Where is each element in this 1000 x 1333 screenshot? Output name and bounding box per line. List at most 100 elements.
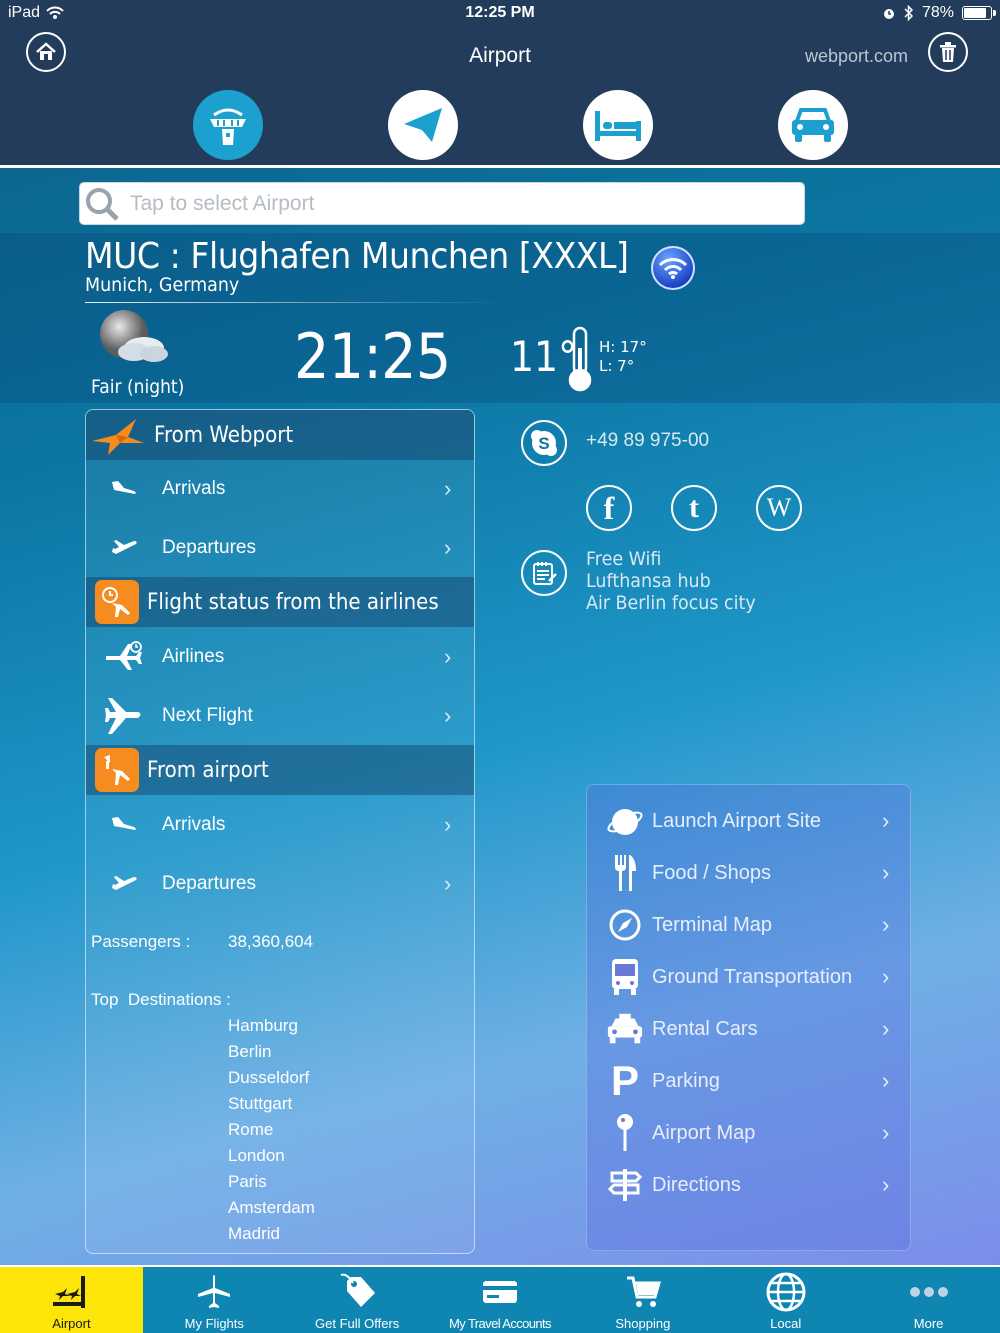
twitter-icon: t bbox=[689, 491, 699, 524]
ground-transportation-item[interactable]: Ground Transportation › bbox=[587, 951, 910, 1003]
tab-label: Shopping bbox=[615, 1316, 671, 1331]
next-flight-row[interactable]: Next Flight › bbox=[86, 687, 474, 745]
info-line: Lufthansa hub bbox=[586, 570, 711, 592]
bluetooth-icon bbox=[904, 5, 914, 21]
chevron-right-icon: › bbox=[882, 1172, 890, 1197]
webport-departures-row[interactable]: Departures › bbox=[86, 519, 474, 577]
notepad-icon bbox=[533, 562, 557, 585]
wikipedia-button[interactable]: W bbox=[756, 485, 802, 531]
price-tag-icon bbox=[340, 1273, 376, 1307]
status-bar: iPad 12:25 PM 78% bbox=[0, 0, 1000, 28]
notes-button[interactable] bbox=[521, 550, 567, 596]
destination-item: Rome bbox=[228, 1120, 274, 1139]
tab-more[interactable]: More bbox=[857, 1267, 1000, 1333]
chevron-right-icon: › bbox=[882, 964, 890, 989]
row-label: Departures bbox=[162, 537, 256, 558]
terminal-map-item[interactable]: Terminal Map › bbox=[587, 899, 910, 951]
hotels-category-button[interactable] bbox=[583, 90, 653, 160]
wifi-icon bbox=[658, 258, 688, 279]
airport-search-input[interactable]: Tap to select Airport bbox=[79, 182, 805, 225]
airport-arrivals-row[interactable]: Arrivals › bbox=[86, 796, 474, 854]
pin-icon bbox=[617, 1114, 633, 1151]
facebook-icon: f bbox=[603, 490, 615, 526]
twitter-button[interactable]: t bbox=[671, 485, 717, 531]
tab-bar: Airport My Flights Get Full Offers My Tr… bbox=[0, 1265, 1000, 1333]
cars-category-button[interactable] bbox=[778, 90, 848, 160]
food-shops-item[interactable]: Food / Shops › bbox=[587, 847, 910, 899]
chevron-right-icon: › bbox=[444, 476, 452, 501]
compass-icon bbox=[609, 909, 641, 941]
thermometer-icon bbox=[568, 326, 592, 392]
next-flight-plane-icon bbox=[105, 698, 141, 734]
chevron-right-icon: › bbox=[882, 912, 890, 937]
plane-tower-icon bbox=[104, 755, 130, 785]
airport-title: MUC : Flughafen Munchen [XXXL] bbox=[85, 236, 629, 277]
destination-item: Hamburg bbox=[228, 1016, 298, 1035]
signpost-icon bbox=[608, 1169, 642, 1201]
passengers-value: 38,360,604 bbox=[228, 932, 314, 951]
wifi-badge bbox=[651, 246, 695, 290]
webport-link[interactable]: webport.com bbox=[805, 46, 908, 67]
header-divider bbox=[85, 302, 505, 303]
section-from-airport: From airport bbox=[86, 745, 474, 795]
airport-tab-icon bbox=[53, 1276, 86, 1308]
airport-category-button[interactable] bbox=[193, 90, 263, 160]
airport-departures-row[interactable]: Departures › bbox=[86, 855, 474, 913]
tab-airport[interactable]: Airport bbox=[0, 1267, 143, 1333]
tab-my-flights[interactable]: My Flights bbox=[143, 1267, 286, 1333]
launch-airport-site-item[interactable]: Launch Airport Site › bbox=[587, 795, 910, 847]
service-label: Rental Cars bbox=[652, 1017, 758, 1040]
tab-local[interactable]: Local bbox=[714, 1267, 857, 1333]
section-title: Flight status from the airlines bbox=[147, 589, 439, 615]
tab-shopping[interactable]: Shopping bbox=[571, 1267, 714, 1333]
service-label: Parking bbox=[652, 1069, 720, 1092]
destination-item: Amsterdam bbox=[228, 1198, 315, 1217]
airport-info-notes: Free Wifi Lufthansa hub Air Berlin focus… bbox=[586, 548, 756, 614]
search-placeholder: Tap to select Airport bbox=[130, 191, 315, 215]
airport-map-item[interactable]: Airport Map › bbox=[587, 1107, 910, 1159]
section-title: From Webport bbox=[154, 422, 294, 448]
tab-my-travel-accounts[interactable]: My Travel Accounts bbox=[429, 1267, 572, 1333]
service-label: Airport Map bbox=[652, 1121, 756, 1144]
temperature-low: L: 7° bbox=[599, 357, 635, 375]
row-label: Departures bbox=[162, 873, 256, 894]
chevron-right-icon: › bbox=[444, 644, 452, 669]
tab-get-full-offers[interactable]: Get Full Offers bbox=[286, 1267, 429, 1333]
moon-cloud-icon bbox=[100, 310, 168, 362]
service-label: Terminal Map bbox=[652, 913, 773, 936]
skype-button[interactable]: S bbox=[521, 420, 567, 466]
airlines-plane-icon bbox=[106, 641, 142, 670]
temperature-high: H: 17° bbox=[599, 338, 647, 356]
credit-card-icon bbox=[483, 1281, 517, 1303]
webport-arrivals-row[interactable]: Arrivals › bbox=[86, 460, 474, 518]
airlines-row[interactable]: Airlines › bbox=[86, 628, 474, 686]
departure-plane-icon bbox=[112, 540, 137, 554]
skype-icon: S bbox=[531, 430, 557, 456]
facebook-button[interactable]: f bbox=[586, 485, 632, 531]
departure-plane-icon bbox=[112, 876, 137, 890]
trash-button[interactable] bbox=[928, 32, 968, 72]
row-label: Next Flight bbox=[162, 705, 253, 726]
section-title: From airport bbox=[147, 757, 269, 783]
local-time: 21:25 bbox=[294, 320, 451, 393]
services-panel: Launch Airport Site › Food / Shops › Ter… bbox=[586, 784, 911, 1251]
airport-city: Munich, Germany bbox=[85, 274, 240, 296]
chevron-right-icon: › bbox=[882, 1068, 890, 1093]
directions-item[interactable]: Directions › bbox=[587, 1159, 910, 1211]
chevron-right-icon: › bbox=[444, 535, 452, 560]
rental-cars-item[interactable]: Rental Cars › bbox=[587, 1003, 910, 1055]
destination-item: Madrid bbox=[228, 1224, 280, 1243]
chevron-right-icon: › bbox=[444, 812, 452, 837]
svg-text:S: S bbox=[538, 434, 549, 453]
flights-category-button[interactable] bbox=[388, 90, 458, 160]
chevron-right-icon: › bbox=[882, 860, 890, 885]
row-label: Airlines bbox=[162, 646, 225, 667]
battery-percent: 78% bbox=[921, 4, 954, 21]
plane-tab-icon bbox=[198, 1275, 231, 1308]
destination-item: Paris bbox=[228, 1172, 267, 1191]
flight-info-panel: From Webport Arrivals › Departures › Fli… bbox=[85, 409, 475, 1254]
tab-label: My Flights bbox=[184, 1316, 244, 1331]
phone-number[interactable]: +49 89 975-00 bbox=[586, 430, 709, 452]
parking-item[interactable]: P Parking › bbox=[587, 1055, 910, 1107]
service-label: Directions bbox=[652, 1173, 741, 1196]
